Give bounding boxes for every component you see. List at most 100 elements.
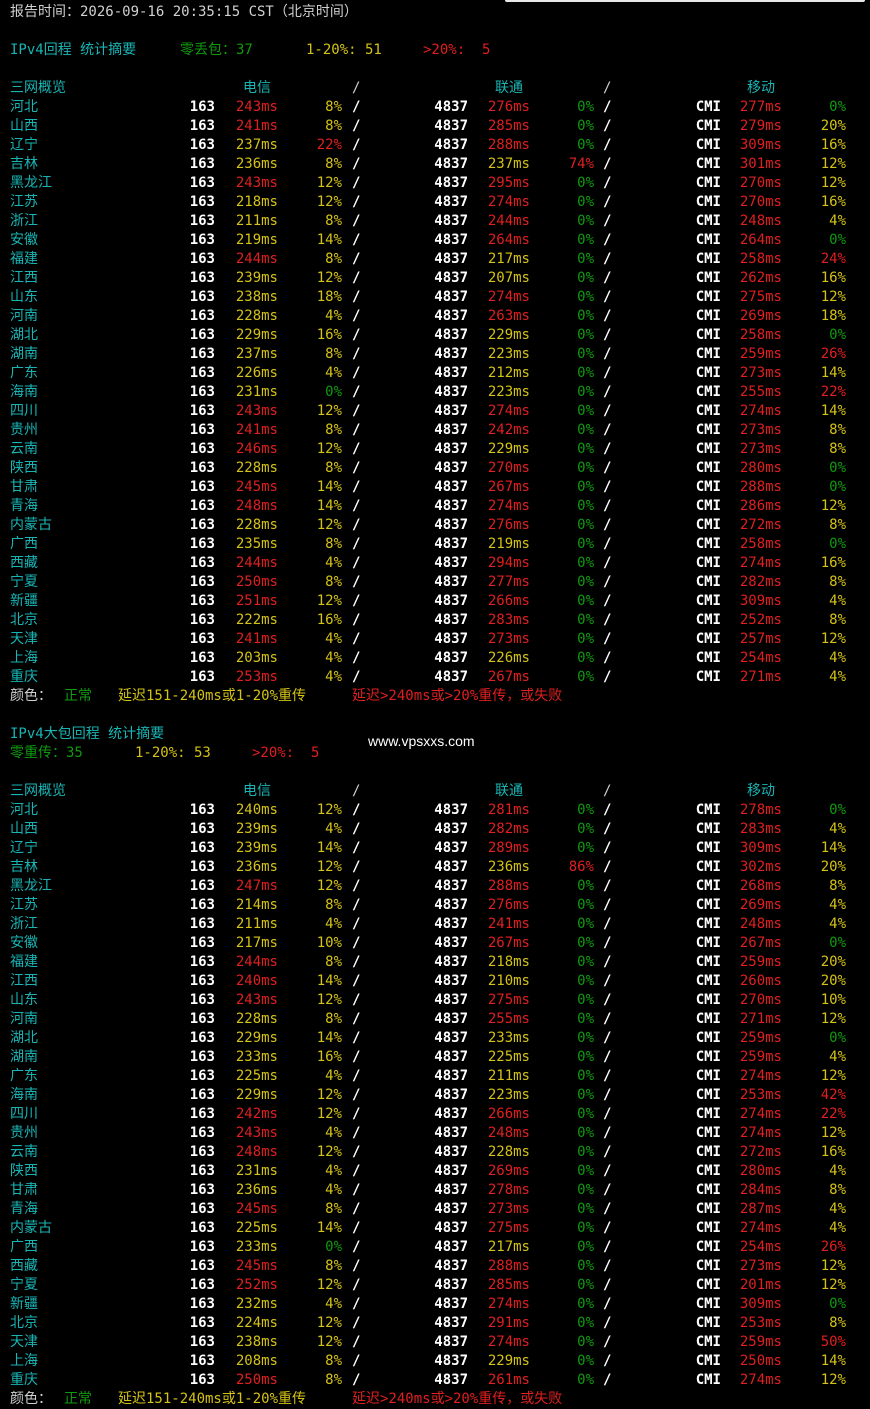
ct-latency: 233ms: [235, 1239, 278, 1255]
row-sep: /: [352, 308, 361, 324]
region-name: 江苏: [10, 897, 38, 913]
ct-loss: 8%: [325, 1353, 342, 1369]
row-sep: /: [352, 1334, 361, 1350]
header-cm: 移动: [747, 80, 775, 96]
cm-loss: 8%: [829, 517, 846, 533]
cu-asn: 4837: [434, 118, 468, 134]
ct-loss: 12%: [316, 1106, 342, 1122]
region-name: 新疆: [10, 593, 38, 609]
ct-loss: 0%: [325, 384, 342, 400]
ct-loss: 4%: [325, 1125, 342, 1141]
cm-latency: 258ms: [739, 251, 782, 267]
cm-loss: 22%: [820, 1106, 846, 1122]
row-sep: /: [352, 1258, 361, 1274]
cm-loss: 4%: [829, 1163, 846, 1179]
row-sep: /: [603, 441, 612, 457]
cm-loss: 16%: [820, 194, 846, 210]
cm-loss: 0%: [829, 327, 846, 343]
cm-asn: CMI: [695, 327, 721, 343]
ct-asn: 163: [189, 593, 215, 609]
cu-latency: 225ms: [487, 1049, 530, 1065]
cu-asn: 4837: [434, 878, 468, 894]
row-sep: /: [603, 1011, 612, 1027]
header-region: 三网概览: [10, 783, 66, 799]
cm-latency: 274ms: [739, 555, 782, 571]
ct-asn: 163: [189, 1030, 215, 1046]
ct-asn: 163: [189, 118, 215, 134]
cu-asn: 4837: [434, 1277, 468, 1293]
cu-asn: 4837: [434, 213, 468, 229]
row-sep: /: [352, 1239, 361, 1255]
row-sep: /: [352, 118, 361, 134]
ct-latency: 229ms: [235, 1087, 278, 1103]
cu-asn: 4837: [434, 1011, 468, 1027]
row-sep: /: [603, 1220, 612, 1236]
region-name: 上海: [10, 1353, 38, 1369]
cu-loss: 86%: [568, 859, 594, 875]
ct-latency: 237ms: [235, 137, 278, 153]
row-sep: /: [603, 612, 612, 628]
cu-loss: 0%: [577, 137, 594, 153]
cu-asn: 4837: [434, 574, 468, 590]
cu-latency: 295ms: [487, 175, 530, 191]
ct-loss: 12%: [316, 593, 342, 609]
cu-latency: 236ms: [487, 859, 530, 875]
ct-asn: 163: [189, 270, 215, 286]
cm-asn: CMI: [695, 650, 721, 666]
cm-latency: 257ms: [739, 631, 782, 647]
ct-loss: 14%: [316, 498, 342, 514]
row-sep: /: [352, 1201, 361, 1217]
cm-latency: 274ms: [739, 1106, 782, 1122]
cm-latency: 273ms: [739, 422, 782, 438]
cu-asn: 4837: [434, 498, 468, 514]
cm-asn: CMI: [695, 156, 721, 172]
cu-loss: 0%: [577, 1315, 594, 1331]
header-ct: 电信: [243, 783, 271, 799]
cm-loss: 12%: [820, 289, 846, 305]
cu-asn: 4837: [434, 916, 468, 932]
cm-asn: CMI: [695, 384, 721, 400]
cu-loss: 0%: [577, 802, 594, 818]
ct-loss: 12%: [316, 175, 342, 191]
cm-latency: 248ms: [739, 213, 782, 229]
row-sep: /: [352, 1068, 361, 1084]
ct-asn: 163: [189, 574, 215, 590]
ct-asn: 163: [189, 1239, 215, 1255]
region-name: 重庆: [10, 1372, 38, 1388]
region-name: 辽宁: [10, 840, 38, 856]
ct-loss: 4%: [325, 669, 342, 685]
row-sep: /: [603, 137, 612, 153]
ct-latency: 228ms: [235, 460, 278, 476]
cm-asn: CMI: [695, 1220, 721, 1236]
region-name: 重庆: [10, 669, 38, 685]
row-sep: /: [603, 156, 612, 172]
cm-latency: 270ms: [739, 175, 782, 191]
cm-loss: 26%: [820, 346, 846, 362]
region-name: 内蒙古: [10, 517, 52, 533]
cm-asn: CMI: [695, 1353, 721, 1369]
cu-asn: 4837: [434, 327, 468, 343]
cu-asn: 4837: [434, 954, 468, 970]
region-name: 黑龙江: [10, 175, 52, 191]
ct-asn: 163: [189, 460, 215, 476]
cu-loss: 0%: [577, 213, 594, 229]
ct-loss: 12%: [316, 878, 342, 894]
cu-latency: 275ms: [487, 1220, 530, 1236]
cu-latency: 288ms: [487, 1258, 530, 1274]
row-sep: /: [352, 859, 361, 875]
row-sep: /: [352, 270, 361, 286]
ct-latency: 228ms: [235, 308, 278, 324]
cu-loss: 0%: [577, 270, 594, 286]
row-sep: /: [352, 1049, 361, 1065]
region-name: 江西: [10, 973, 38, 989]
cm-loss: 16%: [820, 1144, 846, 1160]
cu-loss: 0%: [577, 536, 594, 552]
region-name: 山西: [10, 821, 38, 837]
ct-loss: 12%: [316, 441, 342, 457]
cu-latency: 285ms: [487, 118, 530, 134]
ct-loss: 8%: [325, 1258, 342, 1274]
header-cm: 移动: [747, 783, 775, 799]
cu-asn: 4837: [434, 935, 468, 951]
cm-asn: CMI: [695, 460, 721, 476]
cm-asn: CMI: [695, 232, 721, 248]
